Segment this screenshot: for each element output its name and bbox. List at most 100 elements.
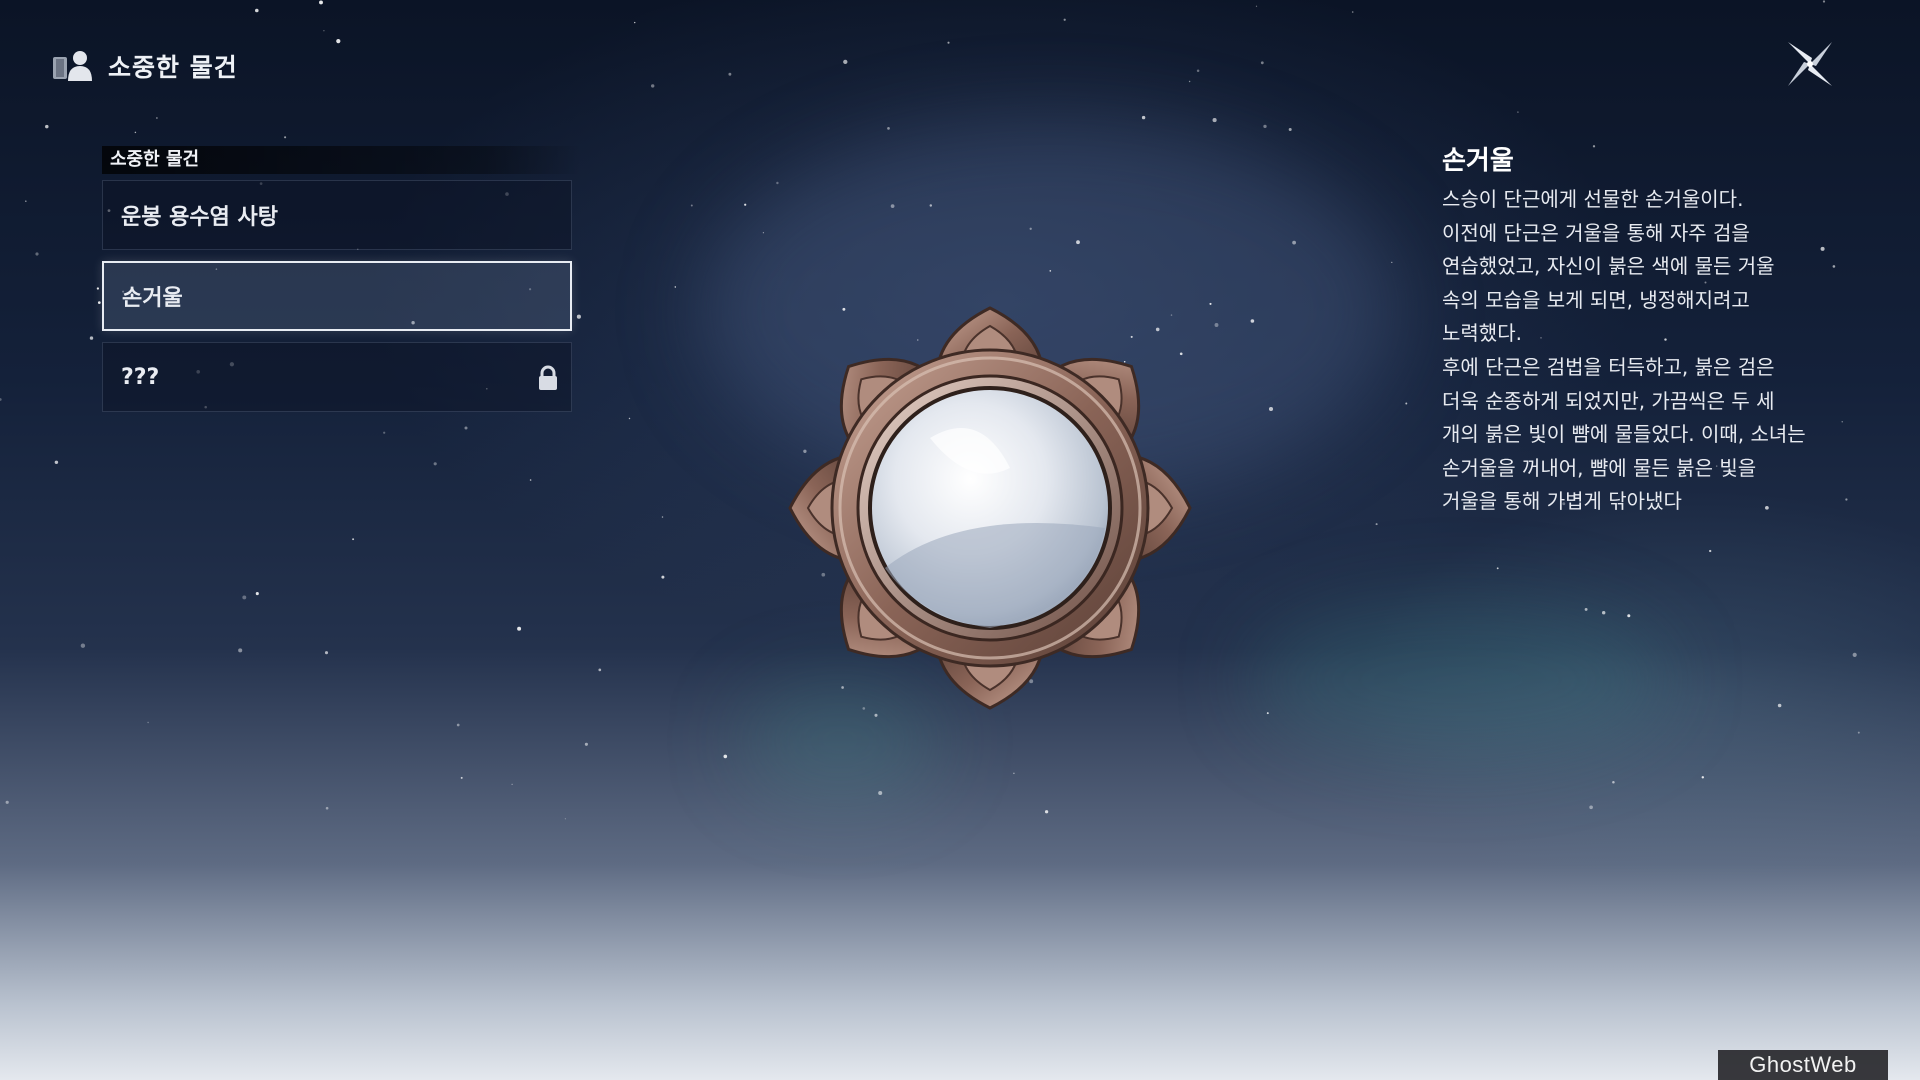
- star: [1044, 810, 1049, 814]
- star: [584, 742, 588, 746]
- hand-mirror-artwork: [788, 306, 1192, 710]
- star: [1292, 240, 1296, 245]
- star: [456, 723, 460, 727]
- star: [1029, 227, 1032, 230]
- star: [661, 516, 664, 518]
- star: [1260, 61, 1264, 65]
- list-item-selected[interactable]: 손거울: [102, 261, 572, 331]
- watermark: GhostWeb: [1718, 1050, 1888, 1080]
- list-item-label: ???: [121, 364, 160, 390]
- star: [255, 8, 259, 13]
- star: [1602, 611, 1606, 615]
- star: [1255, 5, 1258, 7]
- book-person-icon: [53, 51, 92, 81]
- star: [762, 232, 765, 234]
- star: [383, 431, 386, 434]
- star: [1857, 731, 1860, 734]
- star: [284, 136, 287, 139]
- list-item-locked[interactable]: ???: [102, 342, 572, 412]
- star: [628, 417, 631, 420]
- star: [1141, 115, 1146, 120]
- star: [1263, 124, 1267, 129]
- star: [947, 41, 950, 44]
- star: [1517, 111, 1519, 113]
- star: [890, 204, 895, 208]
- star: [690, 204, 693, 207]
- star: [674, 286, 677, 288]
- star: [1584, 607, 1588, 611]
- star: [1212, 118, 1217, 123]
- star: [0, 398, 2, 401]
- list-item-label: 운봉 용수염 사탕: [121, 205, 278, 230]
- star: [54, 460, 59, 465]
- star: [35, 252, 39, 256]
- star: [1266, 712, 1269, 715]
- star: [661, 575, 665, 579]
- star: [1822, 0, 1826, 3]
- lock-icon: [539, 365, 557, 390]
- star: [156, 117, 158, 119]
- list-item[interactable]: 운봉 용수염 사탕: [102, 180, 572, 250]
- star: [460, 776, 463, 779]
- star: [45, 124, 49, 129]
- star: [1405, 402, 1408, 405]
- star: [1375, 523, 1378, 526]
- star: [1351, 11, 1354, 13]
- star: [1496, 567, 1499, 570]
- nebula-glow: [1250, 600, 1670, 760]
- star: [323, 29, 325, 32]
- star: [1701, 776, 1705, 779]
- star: [1589, 805, 1593, 810]
- star: [1076, 240, 1080, 245]
- star: [433, 462, 437, 466]
- item-detail: 손거울 스승이 단근에게 선물한 손거울이다. 이전에 단근은 거울을 통해 자…: [1442, 140, 1842, 519]
- item-title: 손거울: [1442, 146, 1514, 176]
- star: [1709, 549, 1712, 553]
- star: [929, 204, 933, 207]
- star: [634, 21, 636, 24]
- star: [352, 538, 355, 541]
- item-list: 소중한 물건 운봉 용수염 사탕 손거울 ???: [102, 146, 582, 423]
- item-description: 스승이 단근에게 선물한 손거울이다. 이전에 단근은 거울을 통해 자주 검을…: [1442, 187, 1806, 514]
- star: [134, 131, 137, 134]
- star: [1852, 652, 1857, 657]
- star: [25, 200, 27, 202]
- star: [97, 301, 101, 304]
- star: [878, 790, 883, 796]
- star: [147, 721, 149, 724]
- star: [336, 39, 341, 44]
- star: [511, 783, 513, 785]
- star: [728, 72, 732, 76]
- star: [1612, 780, 1615, 784]
- star: [651, 84, 655, 88]
- star: [89, 336, 94, 340]
- star: [843, 59, 848, 65]
- star: [319, 0, 323, 5]
- list-item-label: 손거울: [122, 286, 183, 311]
- list-header: 소중한 물건: [102, 146, 582, 174]
- page-title: 소중한 물건: [108, 53, 238, 82]
- star: [1013, 772, 1015, 775]
- star: [723, 754, 728, 759]
- star: [1627, 614, 1631, 618]
- star: [1777, 703, 1782, 708]
- star: [776, 181, 779, 185]
- star: [80, 643, 86, 648]
- star: [5, 800, 9, 804]
- star: [464, 426, 468, 430]
- star: [324, 651, 329, 655]
- star: [1845, 498, 1848, 501]
- star: [1196, 69, 1200, 73]
- star: [887, 127, 890, 130]
- star: [1391, 261, 1393, 264]
- star: [1268, 406, 1274, 412]
- star: [529, 479, 532, 481]
- star: [598, 668, 602, 672]
- star: [238, 648, 243, 653]
- star: [1188, 80, 1191, 83]
- star: [564, 818, 567, 820]
- star: [325, 806, 329, 810]
- star: [744, 203, 747, 206]
- close-x-icon[interactable]: [1782, 36, 1838, 92]
- star: [255, 592, 259, 596]
